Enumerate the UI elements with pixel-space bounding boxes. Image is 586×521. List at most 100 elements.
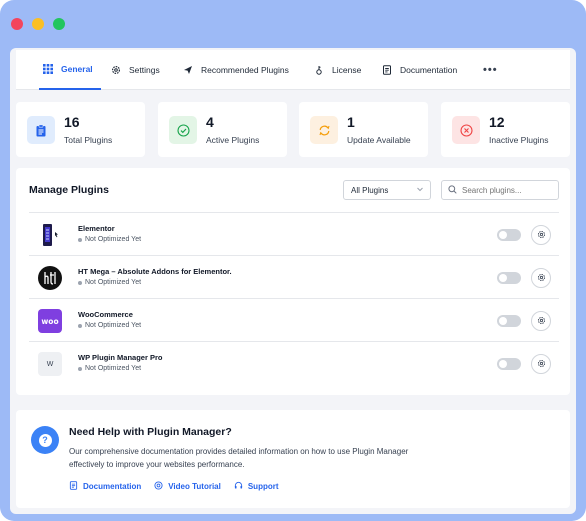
tab-bar: General Settings Recommended Plugins Lic… [16, 50, 570, 90]
plugin-settings-button[interactable] [531, 268, 551, 288]
plugin-filter-select[interactable]: All Plugins [343, 180, 431, 200]
question-icon: ? [31, 426, 59, 454]
headset-icon [234, 481, 243, 492]
plugin-manager-panel: General Settings Recommended Plugins Lic… [10, 48, 576, 514]
wp-logo-text: W [46, 360, 54, 368]
plugin-toggle[interactable] [497, 272, 521, 284]
stat-value: 16 [64, 114, 80, 130]
link-label: Support [247, 482, 279, 491]
minimize-window-button[interactable] [32, 18, 44, 30]
stat-value: 12 [489, 114, 505, 130]
check-circle-icon [169, 116, 197, 144]
plugin-toggle[interactable] [497, 315, 521, 327]
gear-icon [537, 226, 546, 244]
plugin-name: WooCommerce [78, 310, 133, 319]
manage-plugins-card: Manage Plugins All Plugins Elementor [16, 168, 570, 395]
plugin-row-woocommerce: woo WooCommerce Not Optimized Yet [29, 298, 559, 341]
stat-value: 1 [347, 114, 355, 130]
status-dot [78, 237, 82, 242]
plugin-toggle[interactable] [497, 358, 521, 370]
tab-label: Recommended Plugins [201, 65, 289, 75]
stat-update-available: 1 Update Available [299, 102, 428, 157]
plugin-status: Not Optimized Yet [78, 236, 141, 243]
tab-settings[interactable]: Settings [111, 50, 160, 90]
tab-label: Settings [129, 65, 160, 75]
plugin-toggle[interactable] [497, 229, 521, 241]
help-description: Our comprehensive documentation provides… [69, 447, 409, 469]
stat-active-plugins: 4 Active Plugins [158, 102, 287, 157]
help-title: Need Help with Plugin Manager? [69, 426, 232, 438]
plugin-row-elementor: Elementor Not Optimized Yet [29, 212, 559, 255]
more-options-button[interactable]: ••• [483, 64, 498, 76]
stat-label: Total Plugins [64, 135, 113, 145]
section-title: Manage Plugins [29, 184, 109, 196]
tab-documentation[interactable]: Documentation [382, 50, 457, 90]
status-dot [78, 366, 82, 371]
plugin-row-ht-mega: HT Mega – Absolute Addons for Elementor.… [29, 255, 559, 298]
elementor-logo-icon [38, 223, 62, 247]
plugin-row-wp-plugin-manager-pro: W WP Plugin Manager Pro Not Optimized Ye… [29, 341, 559, 384]
htmega-logo-icon [38, 266, 62, 290]
tab-label: License [332, 65, 362, 75]
app-window: General Settings Recommended Plugins Lic… [0, 0, 586, 521]
status-text: Not Optimized Yet [85, 365, 142, 372]
plugin-settings-button[interactable] [531, 354, 551, 374]
documentation-link[interactable]: Documentation [69, 481, 141, 492]
gear-icon [537, 269, 546, 287]
stat-value: 4 [206, 114, 214, 130]
woo-logo-text: woo [41, 316, 59, 326]
status-dot [78, 323, 82, 328]
status-text: Not Optimized Yet [85, 236, 142, 243]
search-icon [448, 181, 457, 199]
key-icon [314, 65, 324, 75]
tab-license[interactable]: License [314, 50, 361, 90]
woo-logo-icon: woo [38, 309, 62, 333]
help-card: ? Need Help with Plugin Manager? Our com… [16, 410, 570, 508]
play-circle-icon [154, 481, 163, 492]
plugin-status: Not Optimized Yet [78, 365, 141, 372]
plugin-status: Not Optimized Yet [78, 279, 141, 286]
close-window-button[interactable] [11, 18, 23, 30]
gear-icon [537, 312, 546, 330]
document-icon [382, 65, 392, 75]
tab-recommended-plugins[interactable]: Recommended Plugins [183, 50, 289, 90]
gear-icon [111, 65, 121, 75]
plugin-settings-button[interactable] [531, 311, 551, 331]
document-icon [69, 481, 78, 492]
search-box [441, 180, 559, 200]
maximize-window-button[interactable] [53, 18, 65, 30]
wp-logo-icon: W [38, 352, 62, 376]
stat-inactive-plugins: 12 Inactive Plugins [441, 102, 570, 157]
gear-icon [537, 355, 546, 373]
toggle-knob [499, 274, 507, 282]
tab-label: Documentation [400, 65, 458, 75]
search-input[interactable] [462, 185, 554, 195]
window-controls [11, 18, 65, 30]
toggle-knob [499, 231, 507, 239]
stat-total-plugins: 16 Total Plugins [16, 102, 145, 157]
stat-label: Update Available [347, 135, 411, 145]
chevron-down-icon [416, 185, 424, 195]
tab-label: General [61, 64, 93, 74]
link-label: Video Tutorial [168, 482, 221, 491]
link-label: Documentation [83, 482, 142, 491]
status-text: Not Optimized Yet [85, 322, 142, 329]
help-links: Documentation Video Tutorial Support [69, 481, 279, 492]
tab-general[interactable]: General [39, 50, 101, 90]
grid-icon [43, 64, 53, 74]
plugin-settings-button[interactable] [531, 225, 551, 245]
support-link[interactable]: Support [234, 481, 279, 492]
plugin-name: Elementor [78, 224, 115, 233]
stat-label: Inactive Plugins [489, 135, 549, 145]
toggle-knob [499, 360, 507, 368]
refresh-icon [310, 116, 338, 144]
plugin-name: WP Plugin Manager Pro [78, 353, 163, 362]
x-circle-icon [452, 116, 480, 144]
plugin-name: HT Mega – Absolute Addons for Elementor. [78, 267, 232, 276]
filter-value: All Plugins [351, 185, 389, 195]
toggle-knob [499, 317, 507, 325]
status-dot [78, 280, 82, 285]
clipboard-icon [27, 116, 55, 144]
plugin-status: Not Optimized Yet [78, 322, 141, 329]
video-tutorial-link[interactable]: Video Tutorial [154, 481, 221, 492]
